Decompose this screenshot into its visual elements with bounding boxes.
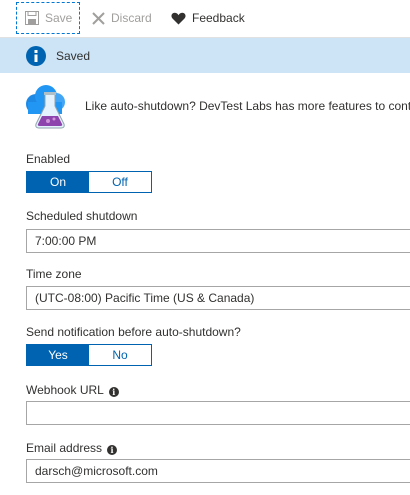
status-banner: Saved — [0, 38, 410, 73]
enabled-on-option[interactable]: On — [27, 172, 89, 192]
feedback-button[interactable]: Feedback — [171, 2, 245, 34]
email-address-value: darsch@microsoft.com — [35, 464, 158, 478]
send-notification-toggle[interactable]: Yes No — [26, 344, 152, 366]
info-icon[interactable]: i — [107, 445, 118, 455]
time-zone-value: (UTC-08:00) Pacific Time (US & Canada) — [35, 291, 255, 305]
enabled-label: Enabled — [26, 152, 71, 166]
save-icon — [25, 11, 39, 25]
scheduled-shutdown-input[interactable]: 7:00:00 PM — [26, 229, 410, 253]
devtest-labs-promo[interactable]: Like auto-shutdown? DevTest Labs has mor… — [24, 84, 410, 132]
webhook-url-input[interactable] — [26, 401, 410, 425]
time-zone-select[interactable]: (UTC-08:00) Pacific Time (US & Canada) — [26, 286, 410, 310]
send-notification-label: Send notification before auto-shutdown? — [26, 325, 241, 339]
email-address-label: Email address — [26, 441, 103, 455]
time-zone-label: Time zone — [26, 267, 82, 281]
promo-text: Like auto-shutdown? DevTest Labs has mor… — [85, 99, 410, 113]
discard-button[interactable]: Discard — [92, 2, 152, 34]
banner-message: Saved — [56, 48, 91, 63]
email-address-label-row: Email address i — [26, 441, 118, 455]
email-address-input[interactable]: darsch@microsoft.com — [26, 459, 410, 483]
enabled-toggle[interactable]: On Off — [26, 171, 152, 193]
heart-icon — [171, 12, 186, 25]
command-bar: Save Discard Feedback — [0, 0, 410, 38]
close-icon — [92, 11, 105, 25]
scheduled-shutdown-value: 7:00:00 PM — [35, 234, 97, 248]
notification-yes-option[interactable]: Yes — [27, 345, 89, 365]
feedback-label: Feedback — [192, 11, 245, 25]
webhook-url-label-row: Webhook URL i — [26, 383, 119, 397]
info-icon[interactable]: i — [108, 387, 119, 397]
notification-no-option[interactable]: No — [89, 345, 151, 365]
info-icon — [26, 45, 46, 66]
discard-label: Discard — [111, 11, 152, 25]
webhook-url-label: Webhook URL — [26, 383, 104, 397]
enabled-off-option[interactable]: Off — [89, 172, 151, 192]
save-label: Save — [45, 11, 73, 25]
scheduled-shutdown-label: Scheduled shutdown — [26, 209, 138, 223]
devtest-labs-flask-cloud-icon — [24, 84, 80, 135]
save-button[interactable]: Save — [16, 2, 80, 34]
